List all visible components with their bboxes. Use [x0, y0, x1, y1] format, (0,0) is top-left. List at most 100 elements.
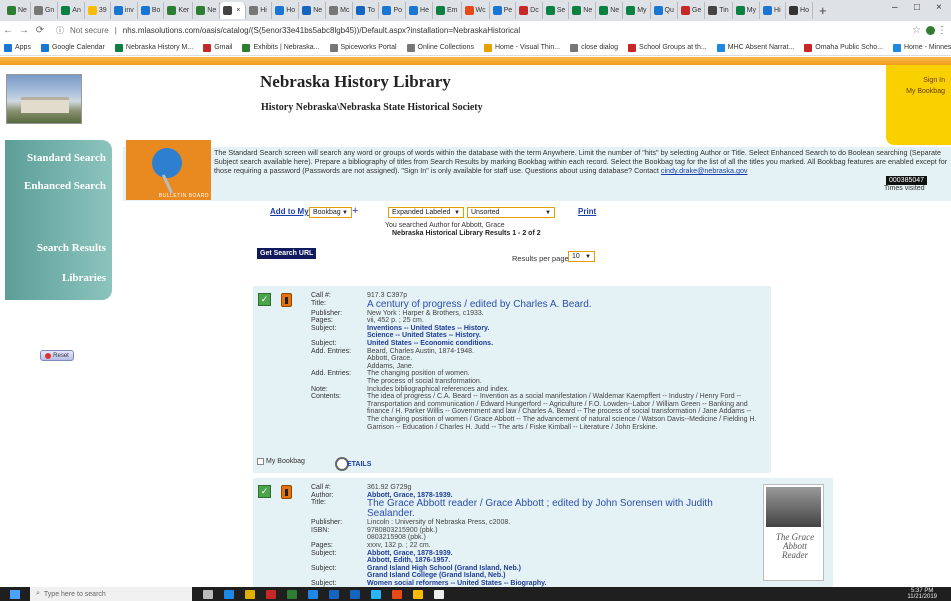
bookmark-item[interactable]: Omaha Public Scho...	[804, 43, 883, 52]
forward-icon[interactable]: →	[16, 25, 32, 36]
add-button[interactable]: +	[352, 205, 358, 217]
info-icon[interactable]: ⓘ	[56, 25, 64, 36]
file-explorer-icon[interactable]	[245, 589, 255, 599]
browser-tab[interactable]: Ne	[569, 2, 597, 19]
browser-tab[interactable]: Qu	[651, 2, 678, 19]
taskbar-search[interactable]: ⌕ Type here to search	[30, 587, 192, 601]
browser-tab[interactable]: Mc	[326, 2, 354, 19]
bookmark-item[interactable]: Home - Minnesota...	[892, 43, 951, 52]
my-bookbag-toggle[interactable]: My Bookbag	[257, 458, 305, 465]
edge-icon[interactable]	[224, 589, 234, 599]
browser-tab[interactable]: ×	[220, 2, 247, 19]
browser-tab[interactable]: An	[58, 2, 85, 19]
browser-tab[interactable]: Tin	[705, 2, 733, 19]
word-icon[interactable]	[350, 589, 360, 599]
browser-tab[interactable]: 39	[85, 2, 111, 19]
sign-in-link[interactable]: Sign In	[886, 77, 951, 84]
browser-tab[interactable]: Ge	[678, 2, 706, 19]
bookmark-item[interactable]: Spiceworks Portal	[329, 43, 397, 52]
new-tab-button[interactable]: +	[819, 3, 827, 18]
field-value[interactable]: Abbott, Grace, 1878-1939.	[367, 550, 761, 558]
my-bookbag-link[interactable]: My Bookbag	[886, 88, 951, 95]
field-value[interactable]: Abbott, Edith, 1876-1957.	[367, 557, 761, 565]
bookmark-item[interactable]: Nebraska History M...	[114, 43, 193, 52]
format-select[interactable]: Expanded Labeled ▼	[388, 207, 464, 218]
bookmark-item[interactable]: School Groups at th...	[628, 43, 707, 52]
browser-tab[interactable]: Ker	[164, 2, 194, 19]
field-value[interactable]: United States -- Economic conditions.	[367, 340, 761, 348]
browser-tab[interactable]: Ne	[4, 2, 31, 19]
star-icon[interactable]: ☆	[912, 25, 921, 36]
bookmark-item[interactable]: Apps	[4, 43, 31, 52]
standard-search-link[interactable]: Standard Search	[27, 152, 106, 164]
reload-icon[interactable]: ⟳	[32, 25, 48, 36]
browser-tab[interactable]: Ne	[596, 2, 624, 19]
close-tab-icon[interactable]: ×	[236, 7, 240, 14]
search-results-link[interactable]: Search Results	[37, 242, 106, 254]
url-field[interactable]: ⓘ Not secure | nhs.mlasolutions.com/oasi…	[56, 25, 520, 36]
url-text[interactable]: nhs.mlasolutions.com/oasis/catalog/(S(5e…	[123, 26, 520, 35]
skype-icon[interactable]	[371, 589, 381, 599]
record-title[interactable]: A century of progress / edited by Charle…	[367, 299, 761, 310]
menu-icon[interactable]: ⋮	[937, 25, 947, 36]
windows-start-icon[interactable]	[10, 589, 20, 599]
excel-icon[interactable]	[287, 589, 297, 599]
chrome-icon[interactable]	[413, 589, 423, 599]
select-record-checkbox[interactable]: ✓	[258, 485, 271, 498]
powerpoint-icon[interactable]	[392, 589, 402, 599]
reset-button[interactable]: Reset	[40, 350, 74, 361]
close-window-button[interactable]: ×	[936, 2, 942, 13]
sort-select[interactable]: Unsorted ▼	[467, 207, 555, 218]
book-cover-image[interactable]: The Grace Abbott Reader	[763, 484, 824, 581]
print-link[interactable]: Print	[578, 207, 596, 216]
enhanced-search-link[interactable]: Enhanced Search	[24, 180, 106, 192]
record-title[interactable]: The Grace Abbott reader / Grace Abbott ;…	[367, 499, 761, 519]
browser-tab[interactable]: Se	[543, 2, 570, 19]
bookmark-item[interactable]: Exhibits | Nebraska...	[242, 43, 320, 52]
browser-tab[interactable]: Pe	[490, 2, 517, 19]
bookmark-item[interactable]: Home - Visual Thin...	[483, 43, 560, 52]
field-value[interactable]: Grand Island High School (Grand Island, …	[367, 565, 761, 573]
ie-icon[interactable]	[308, 589, 318, 599]
bookmark-item[interactable]: Online Collections	[406, 43, 474, 52]
outlook-icon[interactable]	[329, 589, 339, 599]
bookbag-checkbox[interactable]	[257, 458, 264, 465]
browser-tab[interactable]: To	[353, 2, 380, 19]
add-to-my-link[interactable]: Add to My	[270, 207, 309, 216]
bookmark-item[interactable]: MHC Absent Narrat...	[716, 43, 794, 52]
browser-tab[interactable]: He	[406, 2, 433, 19]
libraries-link[interactable]: Libraries	[62, 272, 106, 284]
field-value[interactable]: Science -- United States -- History.	[367, 332, 761, 340]
browser-tab[interactable]: My	[623, 2, 651, 19]
field-value[interactable]: Grand Island College (Grand Island, Neb.…	[367, 572, 761, 580]
contact-email-link[interactable]: cindy.drake@nebraska.gov	[661, 166, 748, 175]
browser-tab[interactable]: Gn	[31, 2, 59, 19]
maximize-button[interactable]: □	[914, 2, 920, 13]
back-icon[interactable]: ←	[0, 25, 16, 36]
bookmark-item[interactable]: close dialog	[570, 43, 618, 52]
browser-tab[interactable]: Ne	[299, 2, 327, 19]
task-view-icon[interactable]	[203, 589, 213, 599]
browser-tab[interactable]: Hi	[246, 2, 273, 19]
browser-tab[interactable]: Ho	[272, 2, 300, 19]
browser-tab[interactable]: inv	[111, 2, 138, 19]
details-button[interactable]: ETAILS	[335, 457, 371, 471]
results-per-page-select[interactable]: 10 ▼	[568, 251, 595, 262]
bookmark-item[interactable]: Google Calendar	[40, 43, 105, 52]
select-record-checkbox[interactable]: ✓	[258, 293, 271, 306]
browser-tab[interactable]: Po	[379, 2, 407, 19]
browser-tab[interactable]: Dc	[516, 2, 543, 19]
browser-tab[interactable]: Hi	[760, 2, 787, 19]
browser-tab[interactable]: Ne	[193, 2, 221, 19]
browser-tab[interactable]: Bo	[138, 2, 165, 19]
browser-tab[interactable]: Em	[433, 2, 462, 19]
access-icon[interactable]	[266, 589, 276, 599]
bookbag-select[interactable]: Bookbag ▼	[309, 207, 352, 218]
photos-icon[interactable]	[434, 589, 444, 599]
minimize-button[interactable]: –	[892, 2, 898, 13]
get-search-url-button[interactable]: Get Search URL	[257, 248, 317, 259]
browser-tab[interactable]: Ho	[786, 2, 813, 19]
bookmark-item[interactable]: Gmail	[203, 43, 232, 52]
extension-icon[interactable]	[926, 26, 935, 35]
browser-tab[interactable]: Wc	[462, 2, 490, 19]
